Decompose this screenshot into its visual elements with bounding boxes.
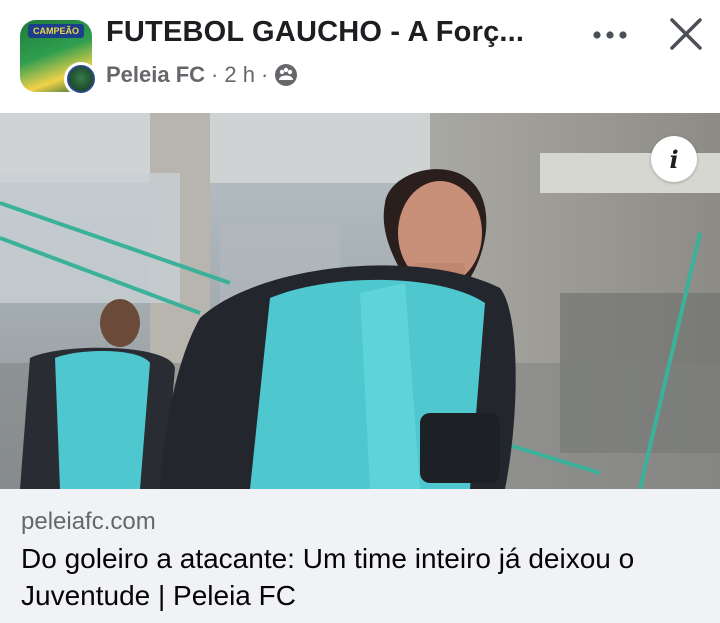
avatar-banner: CAMPEÃO (28, 24, 84, 38)
photo-illustration (0, 113, 720, 489)
post-time[interactable]: 2 h (224, 62, 255, 88)
info-button[interactable]: i (651, 136, 697, 182)
page-name[interactable]: Peleia FC (106, 62, 205, 88)
close-icon (669, 17, 703, 56)
page-logo (67, 65, 95, 93)
group-title[interactable]: FUTEBOL GAUCHO - A Forç... (106, 16, 566, 49)
link-headline[interactable]: Do goleiro a atacante: Um time inteiro j… (21, 540, 701, 614)
more-dots-icon (592, 27, 628, 45)
post-header: CAMPEÃO FUTEBOL GAUCHO - A Forç... Pelei… (0, 0, 720, 113)
page-avatar[interactable] (64, 62, 98, 96)
avatar[interactable]: CAMPEÃO (20, 20, 98, 96)
link-domain[interactable]: peleiafc.com (21, 508, 156, 536)
more-options-button[interactable] (588, 20, 632, 52)
post-meta: Peleia FC · 2 h · (106, 62, 298, 88)
info-icon: i (669, 144, 679, 174)
meta-separator-2: · (260, 62, 269, 87)
group-icon (274, 63, 298, 87)
meta-separator: · (211, 62, 219, 87)
post-image[interactable] (0, 113, 720, 489)
close-button[interactable] (664, 14, 708, 58)
